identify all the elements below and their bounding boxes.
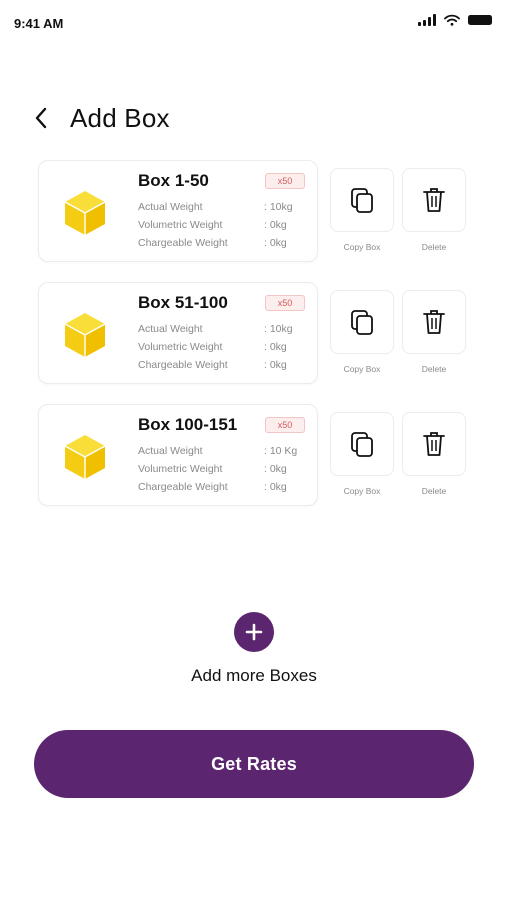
detail-label: Chargeable Weight [138, 237, 228, 249]
delete-box-button[interactable] [402, 412, 466, 476]
copy-box-action: Copy Box [330, 168, 394, 252]
delete-box-button[interactable] [402, 290, 466, 354]
copy-box-button[interactable] [330, 412, 394, 476]
copy-icon [351, 432, 373, 457]
get-rates-button[interactable]: Get Rates [34, 730, 474, 798]
copy-box-action: Copy Box [330, 412, 394, 496]
trash-icon [423, 432, 445, 456]
copy-box-label: Copy Box [343, 486, 381, 496]
box-row: Box 51-100 x50 Actual Weight : 10kg Volum… [38, 282, 468, 384]
detail-label: Actual Weight [138, 445, 203, 457]
delete-box-action: Delete [402, 290, 466, 374]
quantity-badge: x50 [265, 417, 305, 433]
box-card[interactable]: Box 1-50 x50 Actual Weight : 10kg Volumet… [38, 160, 318, 262]
detail-label: Volumetric Weight [138, 463, 223, 475]
detail-value: : 10kg [264, 201, 293, 213]
box-name: Box 1-50 [138, 171, 209, 190]
battery-icon [468, 14, 494, 26]
delete-box-action: Delete [402, 412, 466, 496]
quantity-badge: x50 [265, 173, 305, 189]
volumetric-weight-row: Volumetric Weight : 0kg [138, 219, 287, 231]
detail-value: : 0kg [264, 341, 287, 353]
detail-value: : 0kg [264, 219, 287, 231]
trash-icon [423, 188, 445, 212]
detail-value: : 0kg [264, 481, 287, 493]
copy-box-label: Copy Box [343, 364, 381, 374]
box-card[interactable]: Box 100-151 x50 Actual Weight : 10 Kg Vol… [38, 404, 318, 506]
add-more-boxes-button[interactable] [234, 612, 274, 652]
delete-box-label: Delete [421, 364, 447, 374]
status-time: 9:41 AM [14, 16, 64, 31]
copy-box-button[interactable] [330, 168, 394, 232]
detail-label: Volumetric Weight [138, 341, 223, 353]
copy-icon [351, 188, 373, 213]
chargeable-weight-row: Chargeable Weight : 0kg [138, 237, 287, 249]
actual-weight-row: Actual Weight : 10kg [138, 323, 293, 335]
detail-label: Chargeable Weight [138, 359, 228, 371]
box-row: Box 100-151 x50 Actual Weight : 10 Kg Vol… [38, 404, 468, 506]
detail-value: : 0kg [264, 463, 287, 475]
detail-label: Volumetric Weight [138, 219, 223, 231]
actual-weight-row: Actual Weight : 10 Kg [138, 445, 297, 457]
back-button[interactable] [34, 100, 58, 136]
wifi-icon [444, 14, 460, 26]
signal-icon [418, 14, 436, 26]
detail-label: Actual Weight [138, 323, 203, 335]
cube-icon [64, 191, 106, 235]
trash-icon [423, 310, 445, 334]
header: Add Box [34, 100, 170, 136]
cube-icon [64, 435, 106, 479]
detail-value: : 0kg [264, 359, 287, 371]
status-icons [418, 14, 494, 26]
volumetric-weight-row: Volumetric Weight : 0kg [138, 341, 287, 353]
delete-box-label: Delete [421, 486, 447, 496]
add-more-boxes-label[interactable]: Add more Boxes [0, 666, 508, 686]
box-name: Box 51-100 [138, 293, 228, 312]
detail-label: Chargeable Weight [138, 481, 228, 493]
box-row: Box 1-50 x50 Actual Weight : 10kg Volumet… [38, 160, 468, 262]
copy-box-label: Copy Box [343, 242, 381, 252]
box-name: Box 100-151 [138, 415, 238, 434]
detail-value: : 10 Kg [264, 445, 298, 457]
cube-icon [64, 313, 106, 357]
delete-box-action: Delete [402, 168, 466, 252]
detail-label: Actual Weight [138, 201, 203, 213]
box-card[interactable]: Box 51-100 x50 Actual Weight : 10kg Volum… [38, 282, 318, 384]
volumetric-weight-row: Volumetric Weight : 0kg [138, 463, 287, 475]
copy-box-action: Copy Box [330, 290, 394, 374]
chevron-left-icon [35, 107, 47, 129]
add-more-section: Add more Boxes [0, 612, 508, 686]
detail-value: : 10kg [264, 323, 293, 335]
plus-icon [245, 623, 263, 641]
chargeable-weight-row: Chargeable Weight : 0kg [138, 481, 287, 493]
actual-weight-row: Actual Weight : 10kg [138, 201, 293, 213]
detail-value: : 0kg [264, 237, 287, 249]
chargeable-weight-row: Chargeable Weight : 0kg [138, 359, 287, 371]
status-bar: 9:41 AM [0, 0, 508, 44]
delete-box-label: Delete [421, 242, 447, 252]
copy-box-button[interactable] [330, 290, 394, 354]
quantity-badge: x50 [265, 295, 305, 311]
box-list: Box 1-50 x50 Actual Weight : 10kg Volumet… [38, 160, 468, 526]
page-title: Add Box [70, 102, 170, 133]
copy-icon [351, 310, 373, 335]
delete-box-button[interactable] [402, 168, 466, 232]
